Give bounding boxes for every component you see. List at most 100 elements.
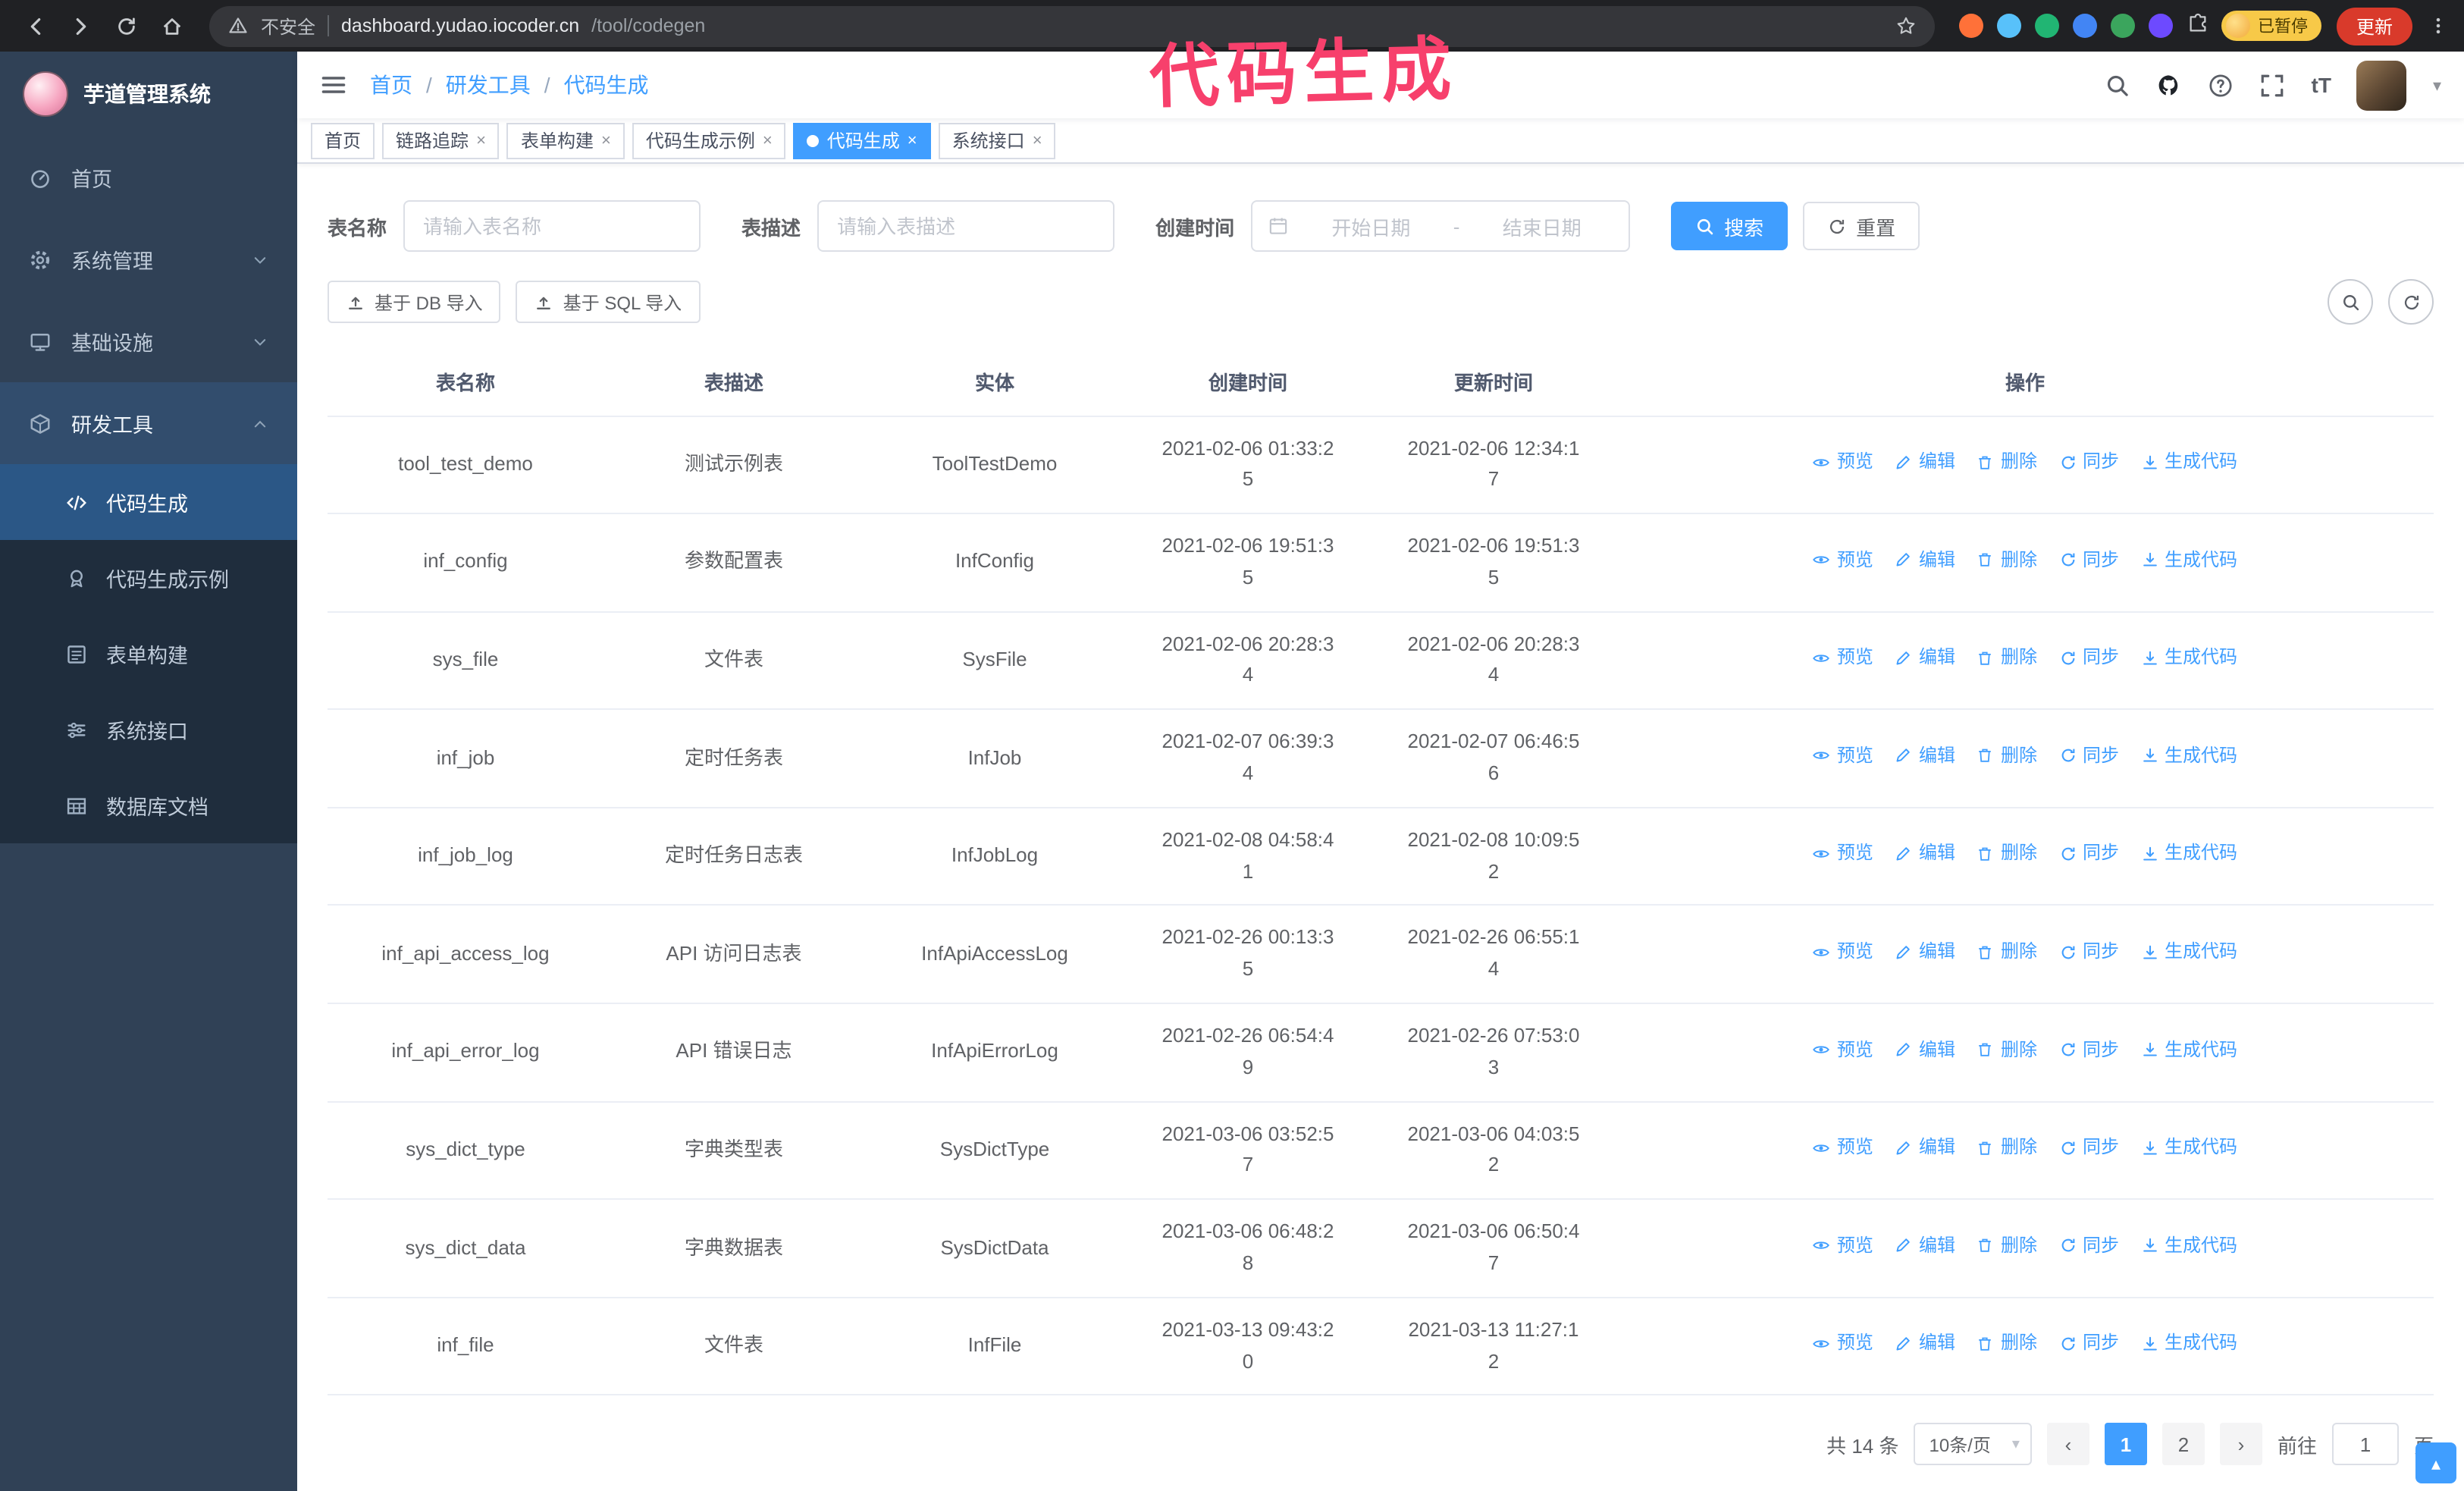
row-action-delete[interactable]: 删除: [1977, 742, 2037, 771]
search-icon[interactable]: [2105, 72, 2131, 98]
help-icon[interactable]: [2209, 72, 2234, 98]
sidebar-subitem-db-doc[interactable]: 数据库文档: [0, 767, 297, 843]
row-action-delete[interactable]: 删除: [1977, 447, 2037, 476]
page-size-select[interactable]: 10条/页 ▾: [1914, 1423, 2032, 1466]
toggle-search-button[interactable]: [2328, 279, 2373, 325]
refresh-table-button[interactable]: [2388, 279, 2434, 325]
extension-icon-4[interactable]: [2072, 13, 2097, 38]
row-action-preview[interactable]: 预览: [1813, 1134, 1873, 1163]
row-action-edit[interactable]: 编辑: [1895, 937, 1955, 966]
row-action-delete[interactable]: 删除: [1977, 1134, 2037, 1163]
row-action-edit[interactable]: 编辑: [1895, 644, 1955, 673]
row-action-sync[interactable]: 同步: [2058, 742, 2119, 771]
row-action-preview[interactable]: 预览: [1813, 447, 1873, 476]
row-action-preview[interactable]: 预览: [1813, 1035, 1873, 1064]
row-action-sync[interactable]: 同步: [2058, 1134, 2119, 1163]
sidebar-subitem-codegen-example[interactable]: 代码生成示例: [0, 540, 297, 616]
extensions-puzzle-icon[interactable]: [2187, 13, 2209, 39]
row-action-sync[interactable]: 同步: [2058, 644, 2119, 673]
user-avatar[interactable]: [2356, 60, 2407, 110]
row-action-preview[interactable]: 预览: [1813, 742, 1873, 771]
row-action-edit[interactable]: 编辑: [1895, 545, 1955, 574]
tag-close-icon[interactable]: ×: [763, 131, 773, 149]
font-size-icon[interactable]: tT: [2312, 73, 2331, 97]
row-action-preview[interactable]: 预览: [1813, 644, 1873, 673]
breadcrumb-home[interactable]: 首页: [370, 70, 412, 100]
browser-update-button[interactable]: 更新: [2336, 7, 2412, 45]
row-action-edit[interactable]: 编辑: [1895, 1134, 1955, 1163]
sidebar-item-home[interactable]: 首页: [0, 137, 297, 218]
sidebar-subitem-form-builder[interactable]: 表单构建: [0, 616, 297, 692]
tag[interactable]: 表单构建 ×: [506, 122, 625, 159]
sidebar-subitem-api[interactable]: 系统接口: [0, 692, 297, 767]
tag-close-icon[interactable]: ×: [1033, 131, 1042, 149]
caret-down-icon[interactable]: ▾: [2433, 75, 2441, 95]
row-action-preview[interactable]: 预览: [1813, 545, 1873, 574]
table-desc-input[interactable]: [817, 200, 1115, 252]
sidebar-item-infra[interactable]: 基础设施: [0, 300, 297, 382]
extension-icon-1[interactable]: [1958, 13, 1983, 38]
tag-close-icon[interactable]: ×: [601, 131, 611, 149]
row-action-delete[interactable]: 删除: [1977, 1329, 2037, 1358]
browser-menu-icon[interactable]: [2428, 14, 2449, 38]
goto-page-input[interactable]: [2331, 1423, 2399, 1466]
row-action-delete[interactable]: 删除: [1977, 545, 2037, 574]
import-db-button[interactable]: 基于 DB 导入: [328, 281, 501, 323]
sidebar-item-devtools[interactable]: 研发工具: [0, 382, 297, 464]
corner-floating-button[interactable]: ▴: [2415, 1442, 2456, 1483]
row-action-delete[interactable]: 删除: [1977, 644, 2037, 673]
row-action-edit[interactable]: 编辑: [1895, 447, 1955, 476]
row-action-sync[interactable]: 同步: [2058, 1035, 2119, 1064]
next-page-button[interactable]: ›: [2219, 1423, 2262, 1466]
browser-back-button[interactable]: [15, 6, 55, 46]
page-button-2[interactable]: 2: [2161, 1423, 2205, 1466]
profile-paused-badge[interactable]: 已暂停: [2221, 11, 2321, 41]
row-action-generate[interactable]: 生成代码: [2140, 545, 2237, 574]
row-action-sync[interactable]: 同步: [2058, 447, 2119, 476]
row-action-generate[interactable]: 生成代码: [2140, 840, 2237, 868]
row-action-generate[interactable]: 生成代码: [2140, 937, 2237, 966]
browser-reload-button[interactable]: [106, 6, 146, 46]
row-action-generate[interactable]: 生成代码: [2140, 1035, 2237, 1064]
bookmark-star-icon[interactable]: [1895, 14, 1917, 38]
row-action-generate[interactable]: 生成代码: [2140, 447, 2237, 476]
row-action-preview[interactable]: 预览: [1813, 1329, 1873, 1358]
date-range-picker[interactable]: 开始日期 - 结束日期: [1251, 200, 1631, 252]
row-action-sync[interactable]: 同步: [2058, 937, 2119, 966]
row-action-generate[interactable]: 生成代码: [2140, 644, 2237, 673]
sidebar-logo[interactable]: 芋道管理系统: [0, 52, 297, 137]
page-button-1[interactable]: 1: [2104, 1423, 2147, 1466]
row-action-edit[interactable]: 编辑: [1895, 1035, 1955, 1064]
row-action-edit[interactable]: 编辑: [1895, 840, 1955, 868]
row-action-edit[interactable]: 编辑: [1895, 1232, 1955, 1260]
tag-close-icon[interactable]: ×: [476, 131, 486, 149]
row-action-preview[interactable]: 预览: [1813, 840, 1873, 868]
tag[interactable]: 代码生成示例 ×: [632, 122, 786, 159]
github-icon[interactable]: [2157, 72, 2183, 98]
tag[interactable]: 链路追踪 ×: [382, 122, 500, 159]
search-button[interactable]: 搜索: [1671, 202, 1788, 250]
row-action-delete[interactable]: 删除: [1977, 937, 2037, 966]
row-action-sync[interactable]: 同步: [2058, 1232, 2119, 1260]
row-action-generate[interactable]: 生成代码: [2140, 1134, 2237, 1163]
row-action-generate[interactable]: 生成代码: [2140, 742, 2237, 771]
tag[interactable]: 首页: [311, 122, 375, 159]
row-action-generate[interactable]: 生成代码: [2140, 1329, 2237, 1358]
row-action-preview[interactable]: 预览: [1813, 937, 1873, 966]
row-action-sync[interactable]: 同步: [2058, 840, 2119, 868]
sidebar-toggle-icon[interactable]: [320, 71, 347, 99]
import-sql-button[interactable]: 基于 SQL 导入: [516, 281, 701, 323]
row-action-preview[interactable]: 预览: [1813, 1232, 1873, 1260]
breadcrumb-group[interactable]: 研发工具: [446, 70, 531, 100]
row-action-edit[interactable]: 编辑: [1895, 1329, 1955, 1358]
row-action-delete[interactable]: 删除: [1977, 1035, 2037, 1064]
sidebar-item-system[interactable]: 系统管理: [0, 218, 297, 300]
sidebar-subitem-codegen[interactable]: 代码生成: [0, 464, 297, 540]
reset-button[interactable]: 重置: [1803, 202, 1920, 250]
extension-icon-2[interactable]: [1996, 13, 2021, 38]
tag-close-icon[interactable]: ×: [908, 131, 917, 149]
tag-active[interactable]: 代码生成 ×: [793, 122, 931, 159]
extension-icon-6[interactable]: [2148, 13, 2173, 38]
row-action-edit[interactable]: 编辑: [1895, 742, 1955, 771]
tag[interactable]: 系统接口 ×: [938, 122, 1056, 159]
